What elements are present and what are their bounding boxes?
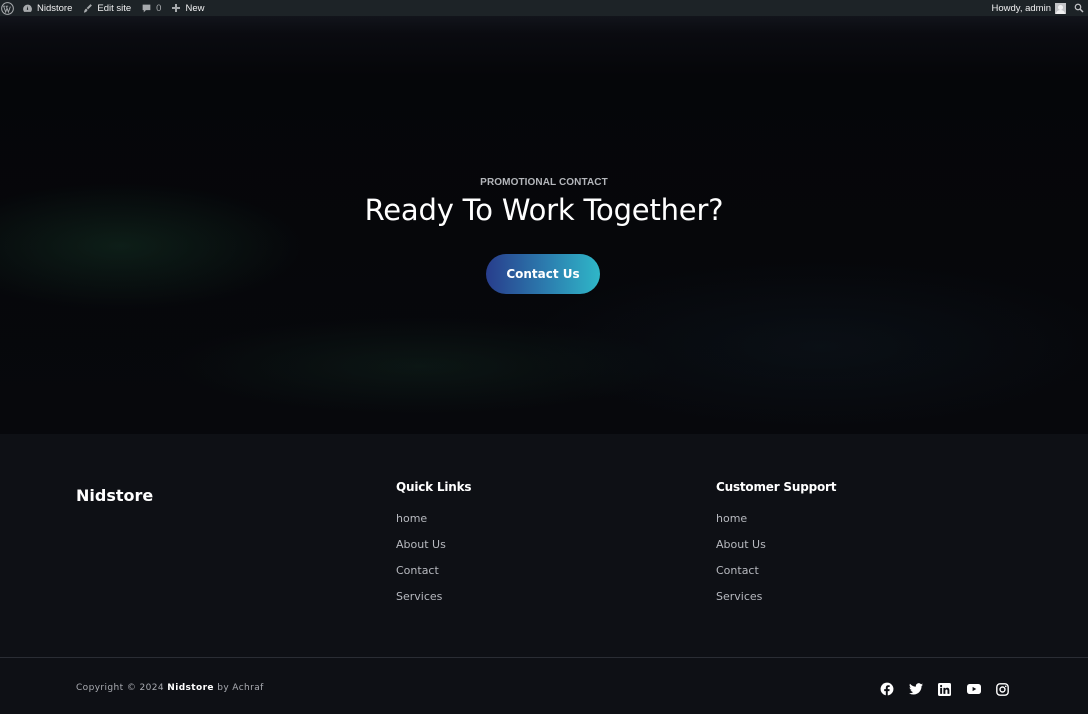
quick-link-home[interactable]: home — [396, 512, 471, 538]
avatar — [1055, 2, 1066, 14]
copyright-brand-link[interactable]: Nidstore — [167, 683, 214, 693]
support-link-about[interactable]: About Us — [716, 538, 836, 564]
admin-bar: Nidstore Edit site 0 New Howdy, admin — [0, 0, 1088, 16]
comments-button[interactable]: 0 — [136, 0, 166, 16]
customer-support-heading: Customer Support — [716, 480, 837, 494]
promo-eyebrow: PROMOTIONAL CONTACT — [480, 177, 608, 188]
new-content-button[interactable]: New — [166, 0, 209, 16]
customer-support-list: home About Us Contact Services — [716, 512, 836, 616]
instagram-icon[interactable] — [988, 681, 1017, 697]
copyright-suffix: by Achraf — [217, 683, 264, 693]
footer-brand[interactable]: Nidstore — [76, 486, 153, 505]
support-link-contact[interactable]: Contact — [716, 564, 836, 590]
promo-section: PROMOTIONAL CONTACT Ready To Work Togeth… — [0, 16, 1088, 434]
quick-links-list: home About Us Contact Services — [396, 512, 471, 616]
quick-links-column: Quick Links home About Us Contact Servic… — [396, 480, 472, 616]
edit-site-button[interactable]: Edit site — [77, 0, 136, 16]
brush-icon — [84, 3, 93, 13]
edit-site-label: Edit site — [97, 2, 132, 14]
wordpress-logo-icon[interactable] — [0, 0, 17, 16]
promo-content: PROMOTIONAL CONTACT Ready To Work Togeth… — [0, 16, 1088, 434]
customer-support-column: Customer Support home About Us Contact S… — [716, 480, 836, 616]
copyright-prefix: Copyright © 2024 — [76, 683, 165, 693]
social-links — [872, 681, 1017, 697]
howdy-label: Howdy, admin — [991, 2, 1052, 14]
youtube-icon[interactable] — [959, 681, 988, 697]
contact-us-button[interactable]: Contact Us — [486, 254, 600, 294]
comment-icon — [142, 4, 151, 12]
facebook-icon[interactable] — [872, 681, 901, 697]
quick-link-contact[interactable]: Contact — [396, 564, 471, 590]
search-icon[interactable] — [1070, 0, 1088, 16]
comments-count: 0 — [156, 2, 162, 14]
quick-link-services[interactable]: Services — [396, 590, 471, 616]
dashboard-icon — [23, 4, 32, 12]
site-footer: Nidstore Quick Links home About Us Conta… — [0, 434, 1088, 714]
new-label: New — [185, 2, 205, 14]
twitter-icon[interactable] — [901, 681, 930, 697]
quick-link-about[interactable]: About Us — [396, 538, 471, 564]
support-link-services[interactable]: Services — [716, 590, 836, 616]
footer-divider — [0, 657, 1088, 658]
site-name-label: Nidstore — [37, 2, 73, 14]
promo-heading: Ready To Work Together? — [364, 193, 724, 227]
site-name-menu[interactable]: Nidstore — [17, 0, 77, 16]
plus-icon — [172, 4, 181, 12]
quick-links-heading: Quick Links — [396, 480, 472, 494]
my-account-menu[interactable]: Howdy, admin — [988, 0, 1071, 16]
copyright-text: Copyright © 2024 Nidstore by Achraf — [76, 683, 264, 693]
linkedin-icon[interactable] — [930, 681, 959, 697]
support-link-home[interactable]: home — [716, 512, 836, 538]
